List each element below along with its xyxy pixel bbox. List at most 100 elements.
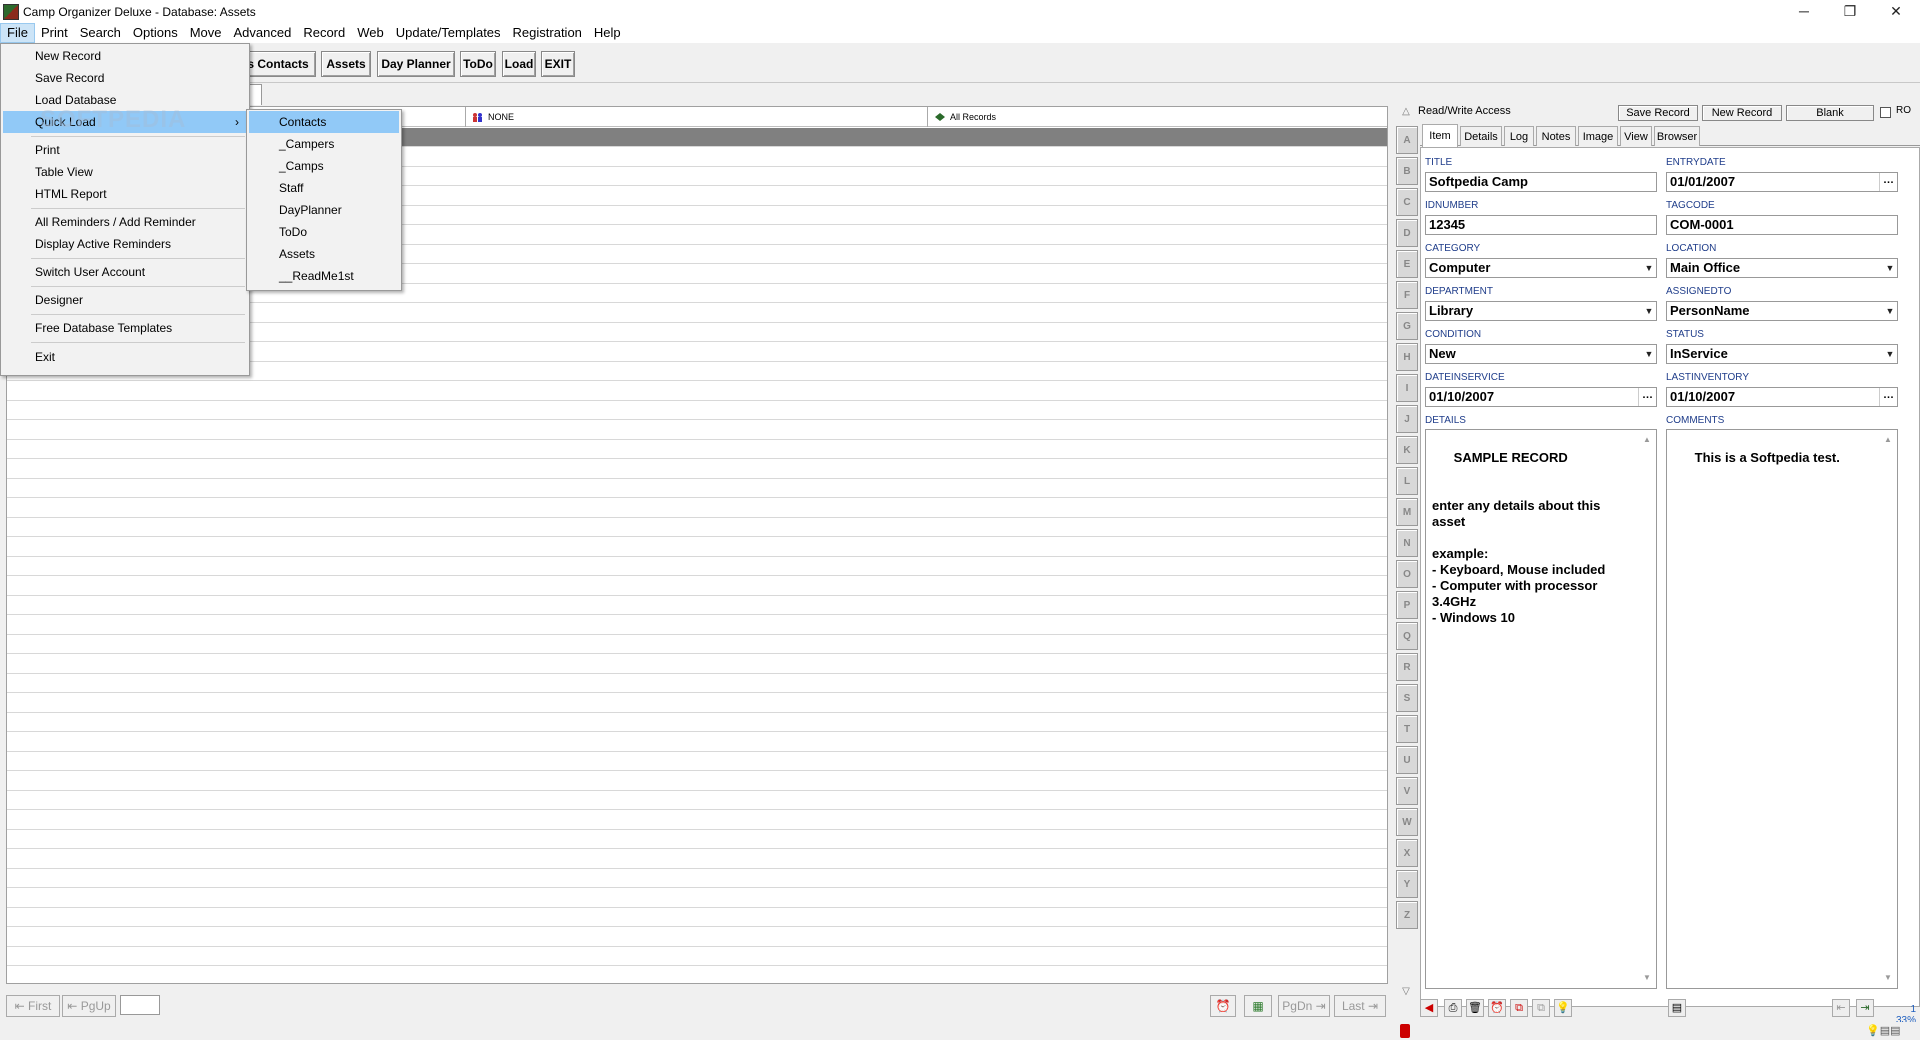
next-record-icon[interactable]: ⇥ — [1856, 999, 1874, 1017]
quick-load-staff[interactable]: Staff — [249, 177, 399, 199]
menu-item-save-record[interactable]: Save Record — [3, 67, 247, 89]
alpha-button-t[interactable]: T — [1396, 715, 1418, 743]
alpha-button-r[interactable]: R — [1396, 653, 1418, 681]
menu-item-switch-user[interactable]: Switch User Account — [3, 261, 247, 283]
day-planner-button[interactable]: Day Planner — [377, 51, 455, 77]
table-row[interactable] — [7, 928, 1387, 947]
category-select[interactable]: Computer ▼ — [1425, 258, 1657, 278]
details-scrollbar[interactable]: ▲ ▼ — [1640, 430, 1656, 988]
entrydate-field[interactable]: 01/01/2007… — [1666, 172, 1898, 192]
menu-record[interactable]: Record — [297, 23, 351, 43]
alpha-button-m[interactable]: M — [1396, 498, 1418, 526]
quick-load-dayplanner[interactable]: DayPlanner — [249, 199, 399, 221]
menu-update-templates[interactable]: Update/Templates — [390, 23, 507, 43]
table-row[interactable] — [7, 460, 1387, 479]
load-button[interactable]: Load — [502, 51, 536, 77]
alpha-button-s[interactable]: S — [1396, 684, 1418, 712]
table-row[interactable] — [7, 947, 1387, 966]
title-field[interactable]: Softpedia Camp — [1425, 172, 1657, 192]
menu-item-new-record[interactable]: New Record — [3, 45, 247, 67]
menu-item-all-reminders[interactable]: All Reminders / Add Reminder — [3, 211, 247, 233]
table-row[interactable] — [7, 655, 1387, 674]
dateinservice-picker-icon[interactable]: … — [1638, 388, 1656, 406]
alpha-button-h[interactable]: H — [1396, 343, 1418, 371]
quick-load-contacts[interactable]: Contacts — [249, 111, 399, 133]
export-icon[interactable]: ▤ — [1668, 999, 1686, 1017]
table-row[interactable] — [7, 694, 1387, 713]
status-tray-icon[interactable]: 💡▤▤ — [1866, 1024, 1900, 1037]
scroll-up-arrow-icon[interactable]: △ — [1396, 106, 1416, 120]
contacts-button[interactable]: s Contacts — [240, 51, 316, 77]
alpha-button-f[interactable]: F — [1396, 281, 1418, 309]
table-row[interactable] — [7, 889, 1387, 908]
comments-memo[interactable]: This is a Softpedia test. ▲ ▼ — [1666, 429, 1898, 989]
table-row[interactable] — [7, 382, 1387, 401]
table-row[interactable] — [7, 674, 1387, 693]
comments-scrollbar[interactable]: ▲ ▼ — [1881, 430, 1897, 988]
alpha-button-j[interactable]: J — [1396, 405, 1418, 433]
tagcode-field[interactable]: COM-0001 — [1666, 215, 1898, 235]
alpha-button-o[interactable]: O — [1396, 560, 1418, 588]
pgup-button[interactable]: ⇤ PgUp — [62, 995, 116, 1017]
table-row[interactable] — [7, 440, 1387, 459]
table-row[interactable] — [7, 479, 1387, 498]
chevron-down-icon[interactable]: ▼ — [1642, 345, 1656, 363]
quick-load-assets[interactable]: Assets — [249, 243, 399, 265]
alpha-button-x[interactable]: X — [1396, 839, 1418, 867]
lightbulb-icon[interactable]: 💡 — [1554, 999, 1572, 1017]
location-select[interactable]: Main Office ▼ — [1666, 258, 1898, 278]
assets-button[interactable]: Assets — [321, 51, 371, 77]
back-arrow-icon[interactable]: ◀ — [1420, 999, 1438, 1017]
table-row[interactable] — [7, 908, 1387, 927]
condition-select[interactable]: New ▼ — [1425, 344, 1657, 364]
menu-move[interactable]: Move — [184, 23, 228, 43]
filter-none[interactable]: NONE — [465, 107, 925, 127]
alpha-button-v[interactable]: V — [1396, 777, 1418, 805]
calendar-icon[interactable]: ▦ — [1244, 995, 1272, 1017]
alarm-icon[interactable]: ⏰ — [1488, 999, 1506, 1017]
alpha-button-k[interactable]: K — [1396, 436, 1418, 464]
reminder-icon[interactable]: ⏰ — [1210, 995, 1236, 1017]
todo-button[interactable]: ToDo — [460, 51, 496, 77]
lastinventory-picker-icon[interactable]: … — [1879, 388, 1897, 406]
alpha-button-l[interactable]: L — [1396, 467, 1418, 495]
menu-item-designer[interactable]: Designer — [3, 289, 247, 311]
idnumber-field[interactable]: 12345 — [1425, 215, 1657, 235]
quick-load-camps[interactable]: _Camps — [249, 155, 399, 177]
alpha-button-p[interactable]: P — [1396, 591, 1418, 619]
table-row[interactable] — [7, 791, 1387, 810]
table-row[interactable] — [7, 596, 1387, 615]
table-row[interactable] — [7, 401, 1387, 420]
alpha-button-d[interactable]: D — [1396, 219, 1418, 247]
new-record-button[interactable]: New Record — [1702, 105, 1782, 121]
chevron-down-icon[interactable]: ▼ — [1883, 345, 1897, 363]
quick-load-todo[interactable]: ToDo — [249, 221, 399, 243]
menu-web[interactable]: Web — [351, 23, 390, 43]
table-row[interactable] — [7, 616, 1387, 635]
entrydate-picker-icon[interactable]: … — [1879, 173, 1897, 191]
table-row[interactable] — [7, 850, 1387, 869]
last-button[interactable]: Last ⇥ — [1334, 995, 1386, 1017]
table-row[interactable] — [7, 635, 1387, 654]
table-row[interactable] — [7, 733, 1387, 752]
first-button[interactable]: ⇤ First — [6, 995, 60, 1017]
table-row[interactable] — [7, 811, 1387, 830]
menu-item-table-view[interactable]: Table View — [3, 161, 247, 183]
scroll-down-arrow-icon[interactable]: ▽ — [1396, 986, 1416, 1000]
table-row[interactable] — [7, 967, 1387, 984]
alpha-button-b[interactable]: B — [1396, 157, 1418, 185]
tab-item[interactable]: Item — [1422, 124, 1458, 147]
blank-button[interactable]: Blank — [1786, 105, 1874, 121]
print-icon[interactable]: ⎙ — [1444, 999, 1462, 1017]
ro-checkbox[interactable] — [1880, 107, 1891, 118]
maximize-button[interactable]: ❐ — [1827, 0, 1873, 22]
assignedto-select[interactable]: PersonName ▼ — [1666, 301, 1898, 321]
status-select[interactable]: InService ▼ — [1666, 344, 1898, 364]
alpha-button-a[interactable]: A — [1396, 126, 1418, 154]
table-row[interactable] — [7, 538, 1387, 557]
quick-load-campers[interactable]: _Campers — [249, 133, 399, 155]
menu-options[interactable]: Options — [127, 23, 184, 43]
filter-records[interactable]: All Records — [927, 107, 1387, 127]
alpha-button-w[interactable]: W — [1396, 808, 1418, 836]
table-row[interactable] — [7, 752, 1387, 771]
